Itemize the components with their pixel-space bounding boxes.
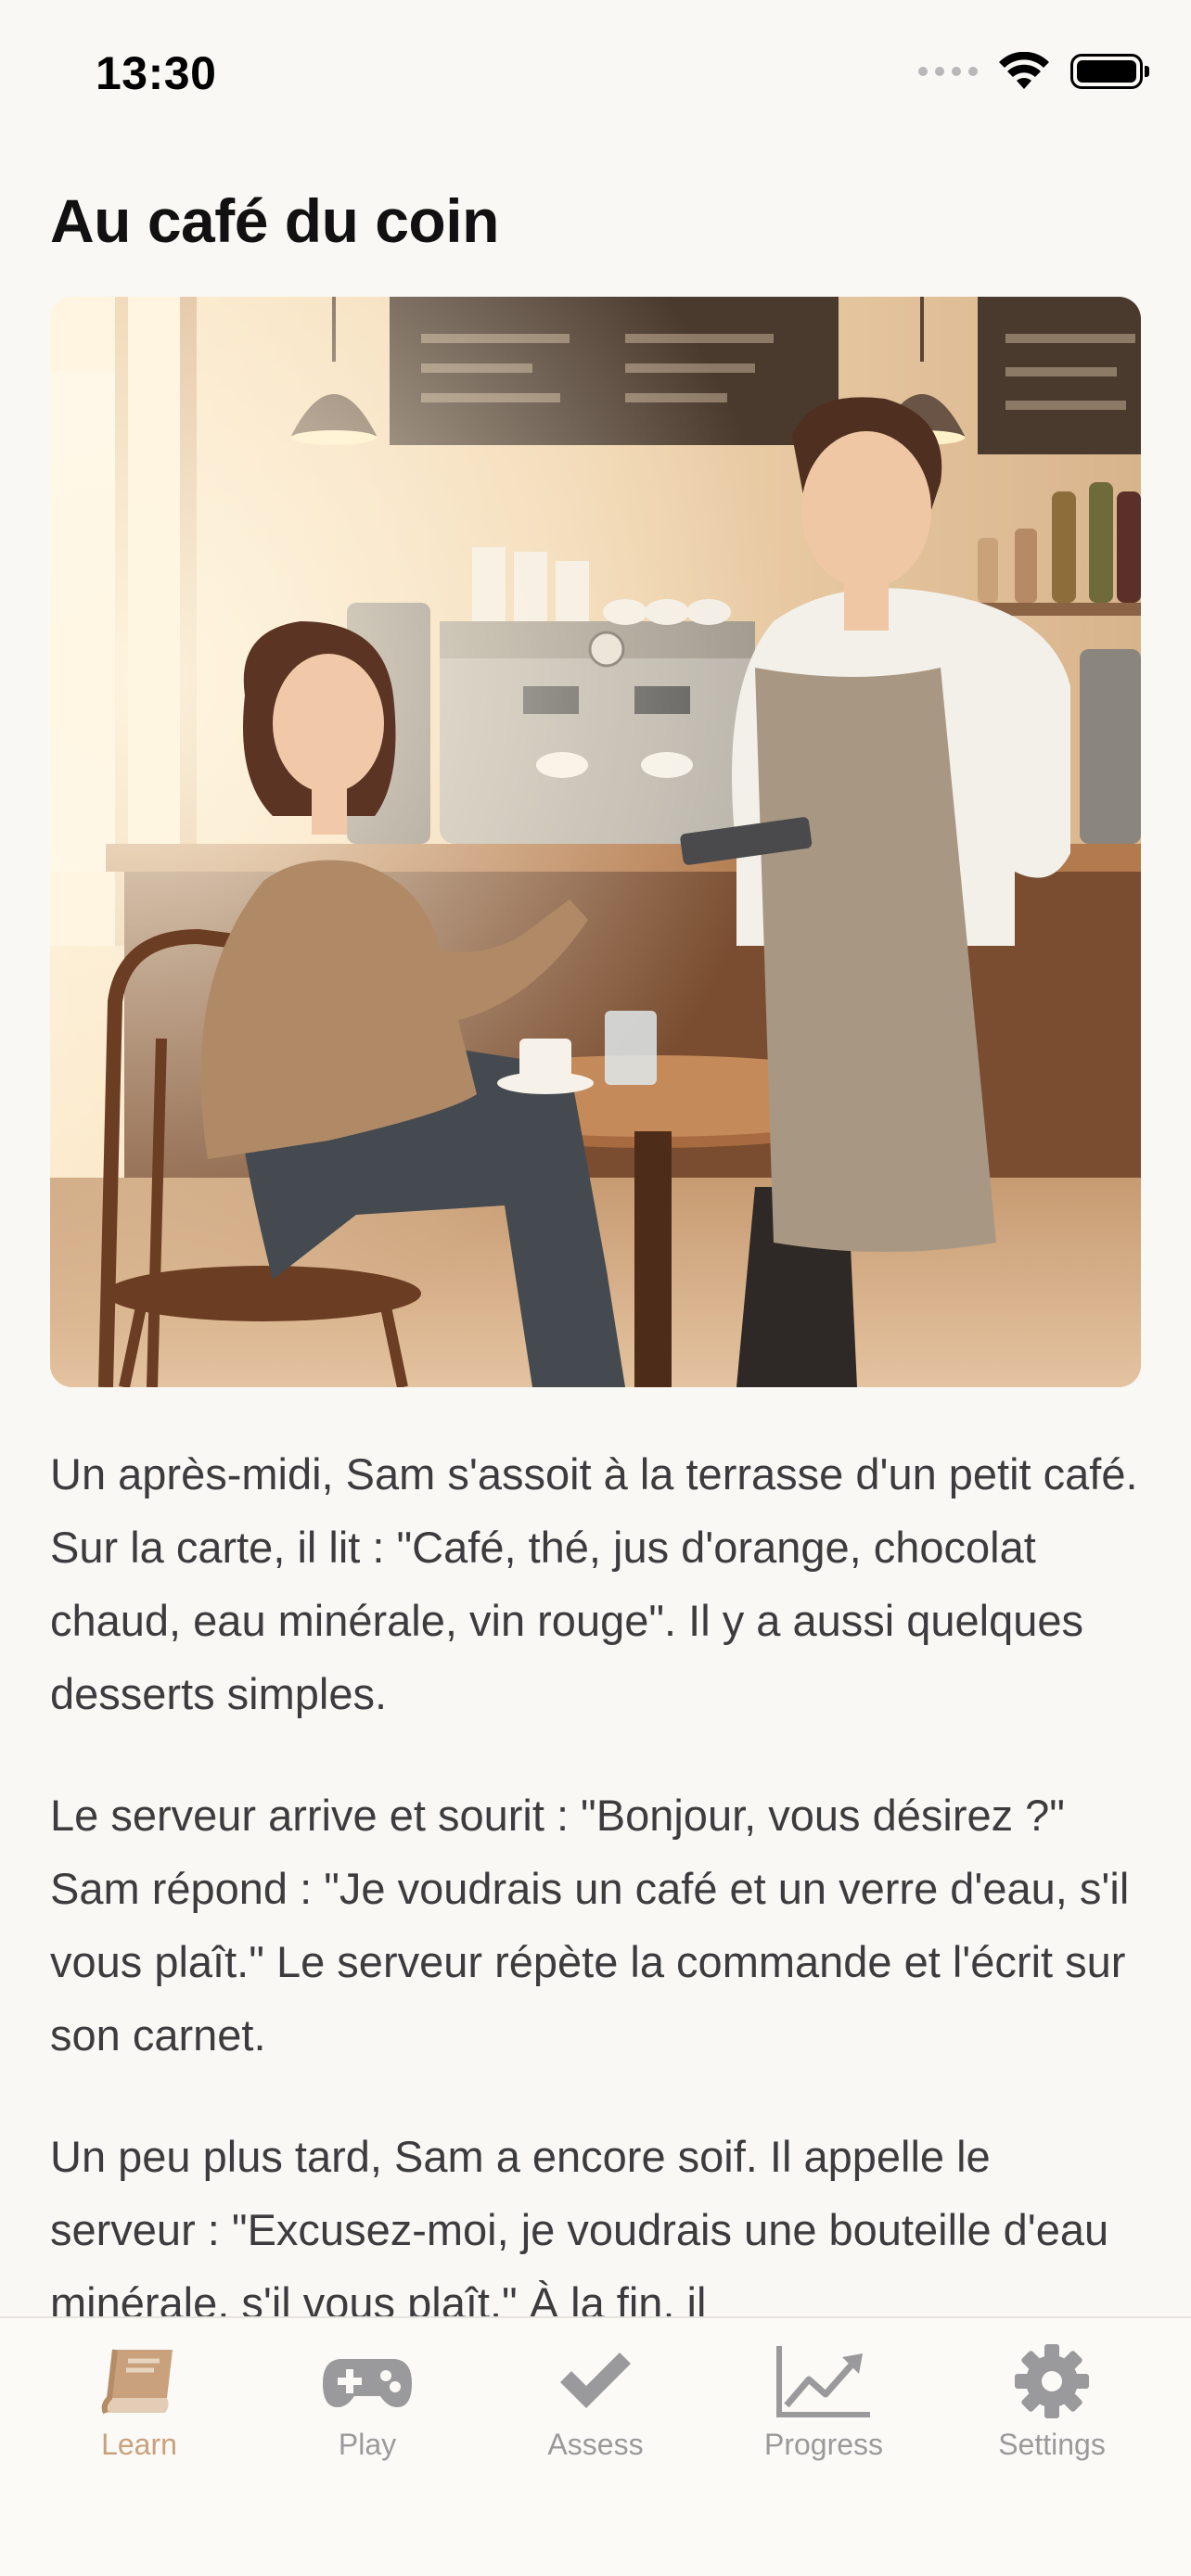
story-title: Au café du coin [50, 186, 499, 255]
story-paragraph: Un après-midi, Sam s'assoit à la terrass… [50, 1449, 1138, 1718]
story-text: Un après-midi, Sam s'assoit à la terrass… [50, 1437, 1141, 2316]
gamepad-icon [321, 2337, 414, 2426]
status-time: 13:30 [96, 47, 217, 99]
story-content[interactable]: Au café du coin Un après-midi, Sam s'ass… [0, 139, 1191, 2316]
tab-progress[interactable]: Progress [722, 2337, 926, 2462]
tab-settings[interactable]: Settings [950, 2337, 1154, 2462]
tab-label: Settings [998, 2428, 1106, 2461]
gear-icon [1013, 2337, 1091, 2426]
battery-icon [1070, 54, 1149, 89]
tab-play[interactable]: Play [265, 2337, 469, 2462]
tab-label: Play [338, 2428, 397, 2461]
status-indicators [918, 52, 1149, 91]
checkmark-icon [557, 2337, 634, 2426]
app-screen: 13:30 Au café du coin Un après-midi, Sam… [0, 0, 1191, 2576]
book-icon [98, 2337, 180, 2426]
tab-label: Assess [547, 2428, 644, 2461]
story-illustration [50, 297, 1141, 1387]
status-bar: 13:30 [0, 0, 1191, 139]
tab-learn[interactable]: Learn [37, 2337, 241, 2462]
cellular-signal-icon [918, 67, 978, 76]
tab-bar: Learn Play Assess Progress Settings [0, 2316, 1191, 2576]
story-paragraph: Un peu plus tard, Sam a encore soif. Il … [50, 2132, 1109, 2316]
story-paragraph: Le serveur arrive et sourit : "Bonjour, … [50, 1791, 1130, 2060]
wifi-icon [999, 52, 1049, 89]
tab-label: Progress [763, 2428, 884, 2461]
chart-icon [775, 2337, 872, 2426]
tab-assess[interactable]: Assess [493, 2337, 698, 2462]
tab-label: Learn [101, 2428, 177, 2461]
